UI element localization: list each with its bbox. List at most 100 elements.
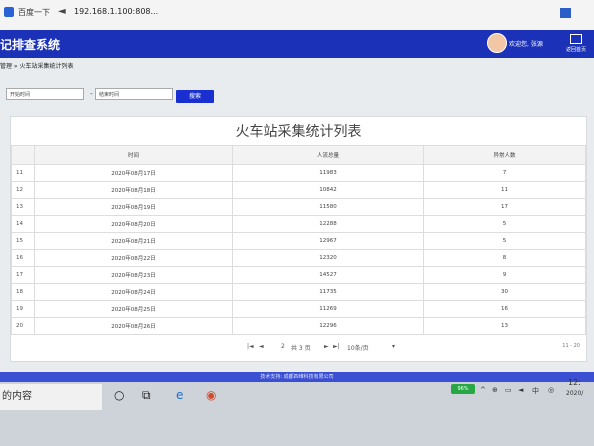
row-date: 2020年08月26日 (34, 317, 233, 335)
row-index: 18 (11, 283, 35, 301)
end-date-input[interactable]: 结束时间 (95, 88, 173, 100)
header-abnormal: 异常人数 (423, 145, 586, 165)
page-footer: 技术支持: 成都四维科技有限公司 (0, 372, 594, 382)
table-header-row: 时间 人流总量 异常人数 (11, 145, 586, 165)
chevron-up-icon[interactable]: ^ (480, 386, 486, 394)
record-range: 11 - 20 (562, 343, 580, 349)
row-date: 2020年08月21日 (34, 232, 233, 250)
row-total: 12288 (232, 215, 424, 233)
row-abnormal: 7 (423, 164, 586, 182)
address-bar[interactable]: 192.168.1.100:808... (74, 7, 158, 16)
table-title: 火车站采集统计列表 (235, 124, 362, 140)
battery-icon[interactable]: ▭ (505, 386, 512, 394)
row-date: 2020年08月25日 (34, 300, 233, 318)
browser-home-icon[interactable] (560, 8, 571, 18)
clock-date: 2020/ (566, 390, 584, 397)
network-icon[interactable]: ⊕ (492, 386, 498, 394)
welcome-text: 欢迎您, 张源 (509, 41, 543, 48)
page-size-select[interactable]: 10条/页 (347, 343, 369, 352)
stats-table: 时间 人流总量 异常人数 11 2020年08月17日 11983 7 12 2020年… (11, 145, 586, 335)
row-index: 14 (11, 215, 35, 233)
row-index: 19 (11, 300, 35, 318)
volume-icon[interactable]: ◄ (518, 386, 523, 394)
first-page-icon[interactable]: |◄ (247, 343, 254, 350)
app-header: 记排查系统 欢迎您, 张源 返回首页 (0, 30, 594, 58)
header-time: 时间 (34, 145, 233, 165)
chevron-down-icon[interactable]: ▾ (392, 343, 395, 350)
table-row[interactable]: 19 2020年08月25日 11269 16 (11, 300, 586, 318)
row-date: 2020年08月24日 (34, 283, 233, 301)
language-icon[interactable]: 中 (532, 386, 539, 396)
table-row[interactable]: 11 2020年08月17日 11983 7 (11, 164, 586, 182)
table-row[interactable]: 12 2020年08月18日 10842 11 (11, 181, 586, 199)
table-row[interactable]: 20 2020年08月26日 12296 13 (11, 317, 586, 335)
row-abnormal: 30 (423, 283, 586, 301)
row-total: 10842 (232, 181, 424, 199)
table-row[interactable]: 16 2020年08月22日 12320 8 (11, 249, 586, 267)
row-index: 12 (11, 181, 35, 199)
row-total: 12296 (232, 317, 424, 335)
total-pages: 共 3 页 (291, 345, 311, 352)
app-title: 记排查系统 (0, 38, 61, 52)
row-index: 13 (11, 198, 35, 216)
return-home-label: 返回首页 (566, 47, 587, 53)
header-total: 人流总量 (232, 145, 424, 165)
cortana-icon[interactable]: ○ (114, 388, 124, 402)
task-view-icon[interactable]: ⧉ (142, 388, 151, 403)
return-home-button[interactable]: 返回首页 (566, 34, 586, 53)
row-total: 11580 (232, 198, 424, 216)
home-icon (570, 34, 582, 44)
start-date-input[interactable]: 开始时间 (6, 88, 84, 100)
row-abnormal: 9 (423, 266, 586, 284)
last-page-icon[interactable]: ►| (333, 343, 340, 350)
pagination: |◄ ◄ 2 共 3 页 ► ►| 10条/页 ▾ (247, 343, 457, 353)
table-row[interactable]: 18 2020年08月24日 11735 30 (11, 283, 586, 301)
search-button[interactable]: 搜索 (176, 90, 214, 103)
edge-icon[interactable]: e (176, 388, 183, 402)
row-abnormal: 5 (423, 232, 586, 250)
taskbar: 的内容 ○ ⧉ e ◉ 96% ^ ⊕ ▭ ◄ 中 ◎ 12: 2020/ (0, 378, 594, 446)
row-abnormal: 13 (423, 317, 586, 335)
table-panel: 火车站采集统计列表 时间 人流总量 异常人数 11 2020年08月17日 1198… (10, 116, 587, 362)
row-index: 16 (11, 249, 35, 267)
table-row[interactable]: 13 2020年08月19日 11580 17 (11, 198, 586, 216)
table-row[interactable]: 14 2020年08月20日 12288 5 (11, 215, 586, 233)
avatar[interactable] (487, 33, 507, 53)
page-number-input[interactable]: 2 (281, 343, 285, 350)
row-index: 11 (11, 164, 35, 182)
row-total: 12320 (232, 249, 424, 267)
breadcrumb: 管理 » 火车站采集统计列表 (0, 63, 74, 70)
row-date: 2020年08月19日 (34, 198, 233, 216)
row-index: 20 (11, 317, 35, 335)
row-date: 2020年08月22日 (34, 249, 233, 267)
row-total: 12967 (232, 232, 424, 250)
browser-tab-icon (4, 7, 14, 17)
row-abnormal: 17 (423, 198, 586, 216)
chrome-icon[interactable]: ◉ (206, 388, 216, 402)
row-index: 17 (11, 266, 35, 284)
back-arrow-icon[interactable]: ◄ (58, 6, 66, 17)
table-row[interactable]: 17 2020年08月23日 14527 9 (11, 266, 586, 284)
row-date: 2020年08月20日 (34, 215, 233, 233)
row-date: 2020年08月17日 (34, 164, 233, 182)
row-index: 15 (11, 232, 35, 250)
table-row[interactable]: 15 2020年08月21日 12967 5 (11, 232, 586, 250)
row-abnormal: 11 (423, 181, 586, 199)
row-abnormal: 16 (423, 300, 586, 318)
date-separator: - (90, 89, 93, 98)
next-page-icon[interactable]: ► (324, 343, 329, 350)
row-total: 11269 (232, 300, 424, 318)
battery-indicator[interactable]: 96% (451, 384, 475, 394)
taskbar-search[interactable]: 的内容 (0, 384, 102, 410)
browser-tab-label[interactable]: 百度一下 (18, 7, 50, 18)
prev-page-icon[interactable]: ◄ (259, 343, 264, 350)
notification-icon[interactable]: ◎ (548, 386, 554, 394)
row-total: 11735 (232, 283, 424, 301)
clock-time: 12: (568, 378, 581, 387)
row-abnormal: 5 (423, 215, 586, 233)
row-total: 14527 (232, 266, 424, 284)
row-date: 2020年08月18日 (34, 181, 233, 199)
header-index (11, 145, 35, 165)
browser-bar: 百度一下 ◄ 192.168.1.100:808... (0, 0, 594, 31)
row-abnormal: 8 (423, 249, 586, 267)
